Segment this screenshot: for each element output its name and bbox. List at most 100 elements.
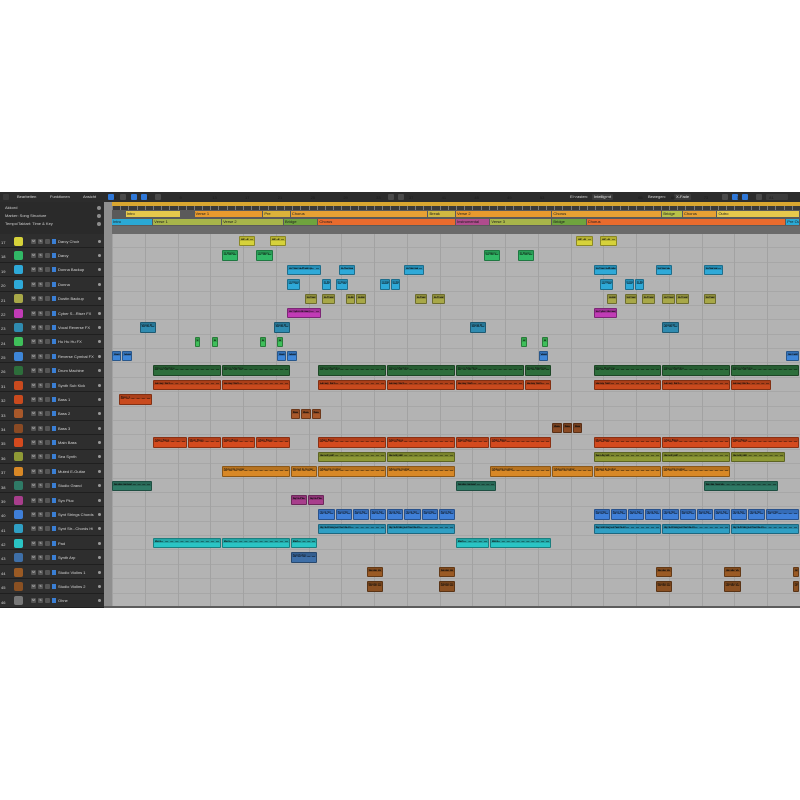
volume-knob[interactable] [98,441,101,445]
input-monitor-icon[interactable] [52,454,56,460]
solo-button[interactable]: S [38,526,43,532]
region[interactable]: Synt Str [645,509,662,520]
region[interactable]: Heavy Kick [524,379,552,391]
marker[interactable]: Break [428,211,455,217]
functions-menu[interactable]: Funktionen [50,194,70,200]
mute-button[interactable]: M [31,238,36,244]
input-monitor-icon[interactable] [52,281,56,287]
region[interactable]: Synt Str [387,509,404,520]
region[interactable]: C Donna [655,264,672,276]
volume-knob[interactable] [98,498,101,502]
region[interactable]: Drum Machine [387,365,455,376]
volume-knob[interactable] [98,455,101,459]
region[interactable]: Sea Synth [662,451,731,463]
marker-lane[interactable]: Intro Verse 1 Pre Chorus Break Verse 2 Chorus B… [112,210,800,218]
marker[interactable]: Bridge [662,211,683,217]
volume-knob[interactable] [98,340,101,344]
volume-knob[interactable] [98,383,101,387]
volume-knob[interactable] [98,354,101,358]
region[interactable]: Synt Str [748,509,765,520]
input-monitor-icon[interactable] [52,483,56,489]
zoom-out-icon[interactable] [742,194,748,200]
region[interactable]: C Donna [676,293,689,304]
region[interactable]: Main Bass [153,437,187,448]
input-monitor-icon[interactable] [52,468,56,474]
region[interactable]: Synt Str [731,509,748,520]
solo-button[interactable]: S [38,339,43,345]
volume-knob[interactable] [98,541,101,545]
record-enable-button[interactable] [45,440,50,446]
region[interactable]: C Donna [321,279,332,290]
view-menu[interactable]: Ansicht [83,194,96,200]
region[interactable]: C Darcy [259,336,266,348]
mute-button[interactable]: M [31,253,36,259]
mute-button[interactable]: M [31,454,36,460]
record-enable-button[interactable] [45,267,50,273]
marker[interactable]: Verse 2 [456,211,552,217]
region[interactable]: Muted E-Guitar [552,466,593,477]
arrangement-section[interactable]: Bridge [552,219,586,225]
region[interactable]: Synt Strings Chords Hi [387,523,455,535]
mute-button[interactable]: M [31,511,36,517]
region[interactable]: Main Bass [256,437,290,448]
record-enable-button[interactable] [45,411,50,417]
region[interactable]: C Donna [304,293,318,304]
mute-button[interactable]: M [31,411,36,417]
input-monitor-icon[interactable] [52,353,56,359]
track-header[interactable]: 46 M S Ohne [0,594,104,608]
region[interactable]: Vocal R [273,322,290,333]
region[interactable]: Main Bass [593,437,662,448]
mute-button[interactable]: M [31,382,36,388]
input-monitor-icon[interactable] [52,238,56,244]
solo-button[interactable]: S [38,583,43,589]
region[interactable]: Drum Machine [593,365,662,376]
track-header[interactable]: 37 M S Muted E-Guitar [0,464,104,479]
region[interactable]: Heavy Kick [153,379,222,391]
record-enable-button[interactable] [45,253,50,259]
region[interactable]: Sea Synth [318,451,387,463]
region[interactable]: Bas [301,408,311,419]
vertical-zoom-icon[interactable] [756,194,762,200]
arrangement-section[interactable]: Instrumental [456,219,490,225]
region[interactable]: Studio Grand [703,480,779,491]
global-track-tempo[interactable]: Tempo/Taktart: Time & Key [0,220,104,228]
pointer-menu-icon[interactable] [388,194,394,200]
region[interactable]: C Darcy [483,250,500,261]
region[interactable]: Synt Str [679,509,696,520]
track-header[interactable]: 36 M S Sea Synth [0,450,104,465]
region[interactable]: C Darcy [521,336,528,348]
volume-knob[interactable] [98,369,101,373]
input-monitor-icon[interactable] [52,253,56,259]
region[interactable]: Vocal R [538,351,548,362]
mute-button[interactable]: M [31,425,36,431]
input-monitor-icon[interactable] [52,382,56,388]
track-header[interactable]: 45 M S Studio Violins 2 [0,579,104,594]
region[interactable]: Pad [153,538,222,549]
track-header[interactable]: 25 M S Reverse Cymbal FX [0,349,104,364]
region[interactable]: Heavy Kick [387,379,455,391]
input-monitor-icon[interactable] [52,267,56,273]
region[interactable]: Muted E-Guitar [290,466,318,477]
pointer-tool-icon[interactable] [131,194,137,200]
track-header[interactable]: 43 M S Synth Arp [0,550,104,565]
region[interactable]: Synt Str [662,509,679,520]
region[interactable]: Studio Vi [438,566,455,578]
arrangement-section[interactable]: Verse 3 [490,219,552,225]
track-header[interactable]: 32 M S Bass 1 [0,392,104,407]
region[interactable]: Main Bass [456,437,490,448]
region[interactable]: Bas [552,423,562,434]
region[interactable]: Vocal R [662,322,679,333]
record-enable-button[interactable] [45,555,50,561]
volume-knob[interactable] [98,397,101,401]
region[interactable]: Studio Vi [724,581,741,592]
mute-button[interactable]: M [31,583,36,589]
region[interactable]: Synt Str [765,509,799,520]
solo-button[interactable]: S [38,238,43,244]
region[interactable]: Main Bass [490,437,552,448]
region[interactable]: Synt Strings Chords Hi [662,523,731,535]
volume-knob[interactable] [98,311,101,315]
volume-knob[interactable] [98,527,101,531]
gear-icon[interactable] [97,222,101,226]
waveform-zoom-icon[interactable] [722,194,728,200]
region[interactable]: C Donna [380,279,390,290]
